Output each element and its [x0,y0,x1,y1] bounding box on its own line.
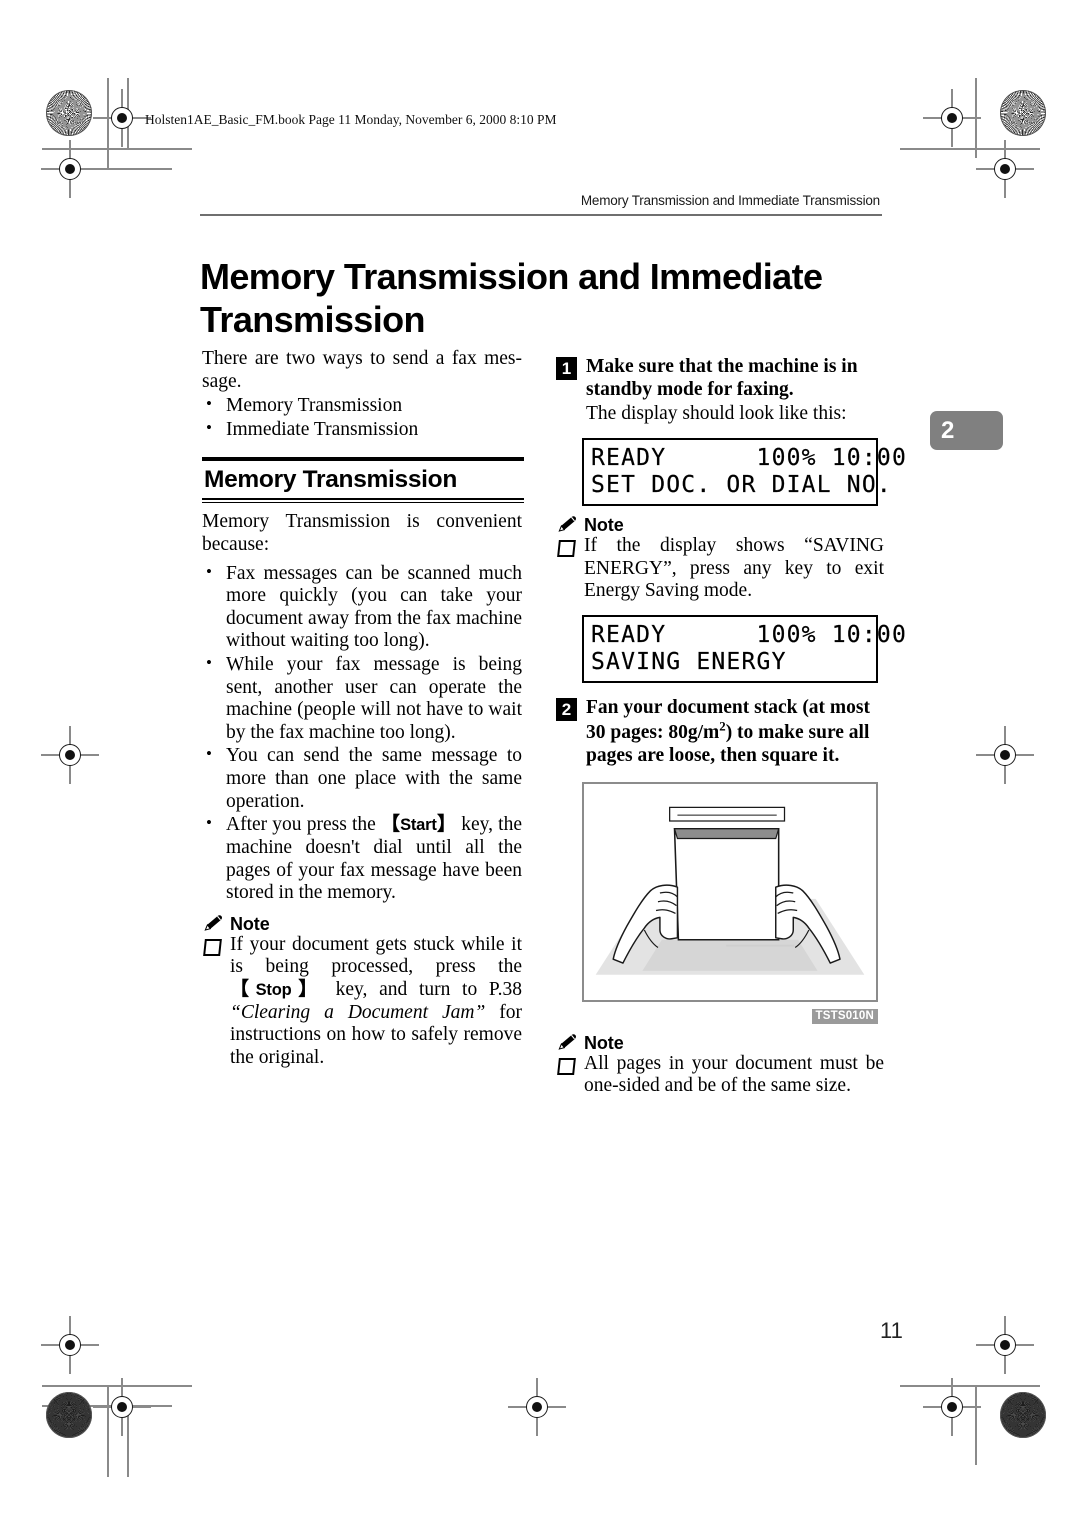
note-1-text: If the display shows “SAVING ENERGY”, pr… [584,535,884,602]
registration-mark-top-left [93,89,151,147]
lcd1-line-1: READY 100% 10:00 [591,444,907,471]
lcd2-line-2: SAVING ENERGY [591,648,787,675]
list-item: Immediate Transmission [202,418,522,442]
square-bullet-icon [557,540,576,558]
pencil-note-icon [558,516,577,532]
start-key-label: Start [400,816,437,835]
lcd-display-saving-energy: READY 100% 10:00 SAVING ENERGY [582,615,907,684]
note-item-right-1: If the display shows “SAVING ENERGY”, pr… [556,535,884,603]
registration-mark-bottom-center [508,1378,566,1436]
crop-line-top-right-h [900,148,1040,150]
figure-code: TSTS010N [811,1008,878,1024]
list-item: You can send the same message to more th… [202,744,522,813]
figure-code-wrap: TSTS010N [582,1006,878,1024]
step-2: 2 Fan your document stack (at most 30 pa… [556,697,884,767]
note-label-left: Note [230,913,270,934]
step-1: 1 Make sure that the machine is in stand… [556,356,884,401]
registration-mark-left-middle [41,726,99,784]
registration-mark-right-lower [976,1316,1034,1374]
left-column: There are two ways to send a fax mes-sag… [202,348,524,1070]
benefit-bullet-list: Fax messages can be scanned much more qu… [202,562,522,905]
list-item: Memory Transmission [202,394,522,418]
list-item: Fax messages can be scanned much more qu… [202,562,522,653]
running-header: Memory Transmission and Immediate Transm… [580,193,880,208]
note-heading-right-1: Note [556,515,884,534]
lcd2-line-1: READY 100% 10:00 [591,622,907,648]
note-2-text: All pages in your document must be one-s… [584,1052,884,1097]
registration-rosette-bottom-left [46,1392,92,1438]
step-1-subtext: The display should look like this: [586,403,847,425]
section-heading-block: Memory Transmission [202,457,524,504]
figure-frame [582,781,878,1002]
intro-bullet-list: Memory Transmission Immediate Transmissi… [202,394,522,442]
section-heading: Memory Transmission [204,466,457,494]
stop-key-label: Stop [255,980,292,999]
registration-rosette-top-right [1000,90,1046,136]
list-item-start-key: After you press the 【Start】 key, the mac… [202,813,522,904]
registration-rosette-bottom-right [1000,1392,1046,1438]
crop-line-bottom-right-v [975,1385,977,1465]
crop-line-bottom-left-h [42,1385,192,1387]
lcd-display-ready: READY 100% 10:00 SET DOC. OR DIAL NO. [582,437,907,507]
lcd1-line-2: SET DOC. OR DIAL NO. [591,471,892,498]
step-2-number: 2 [556,698,577,722]
step-1-number: 1 [556,357,577,380]
registration-rosette-top-left [46,90,92,136]
intro-paragraph: There are two ways to send a fax mes-sag… [202,348,522,392]
registration-mark-left-lower [41,1316,99,1374]
chapter-tab: 2 [930,411,1003,450]
note-reference-title: “Clearing a Document Jam” [230,1001,486,1023]
file-stamp: Holsten1AE_Basic_FM.book Page 11 Monday,… [145,112,557,127]
list-item: While your fax message is being sent, an… [202,653,522,744]
note-text-part1: If your document gets stuck while it is … [230,933,522,978]
registration-mark-right-upper [976,140,1034,198]
right-column: 1 Make sure that the machine is in stand… [556,356,907,1098]
registration-mark-right-middle [976,726,1034,784]
section-rule-bottom [202,498,524,504]
start-bullet-text-before: After you press the [226,814,381,836]
registration-mark-bottom-right [923,1378,981,1436]
start-key-chip: 【Start】 [380,814,457,836]
page-title: Memory Transmission and Immediate Transm… [200,256,823,340]
registration-mark-bottom-left [93,1378,151,1436]
square-bullet-icon [557,1057,576,1075]
header-rule [200,214,882,216]
note-heading-right-2: Note [556,1033,884,1052]
note-heading-left: Note [202,914,522,933]
figure-fan-document-stack: TSTS010N [582,781,878,1024]
crop-line-top-left-h [42,148,192,150]
stop-key-chip: 【Stop】 [230,978,324,1000]
step-1-heading: Make sure that the machine is in standby… [586,356,858,400]
pencil-note-icon [204,914,223,931]
crop-line-bottom-right-h [900,1385,1040,1387]
step-2-heading: Fan your document stack (at most 30 page… [586,697,870,766]
section-intro: Memory Transmission is convenient becaus… [202,511,522,555]
note-text-part2: key, and turn to P.38 [323,978,522,1000]
note-label-right-2: Note [584,1032,624,1053]
registration-mark-left-upper [41,140,99,198]
page-number: 11 [880,1318,903,1343]
pencil-note-icon [558,1033,577,1050]
note-label-right-1: Note [584,515,624,536]
square-bullet-icon [203,938,222,956]
note-item-left: If your document gets stuck while it is … [202,934,522,1070]
fan-document-illustration [595,806,865,975]
note-item-right-2: All pages in your document must be one-s… [556,1053,884,1098]
registration-mark-top-right [923,89,981,147]
